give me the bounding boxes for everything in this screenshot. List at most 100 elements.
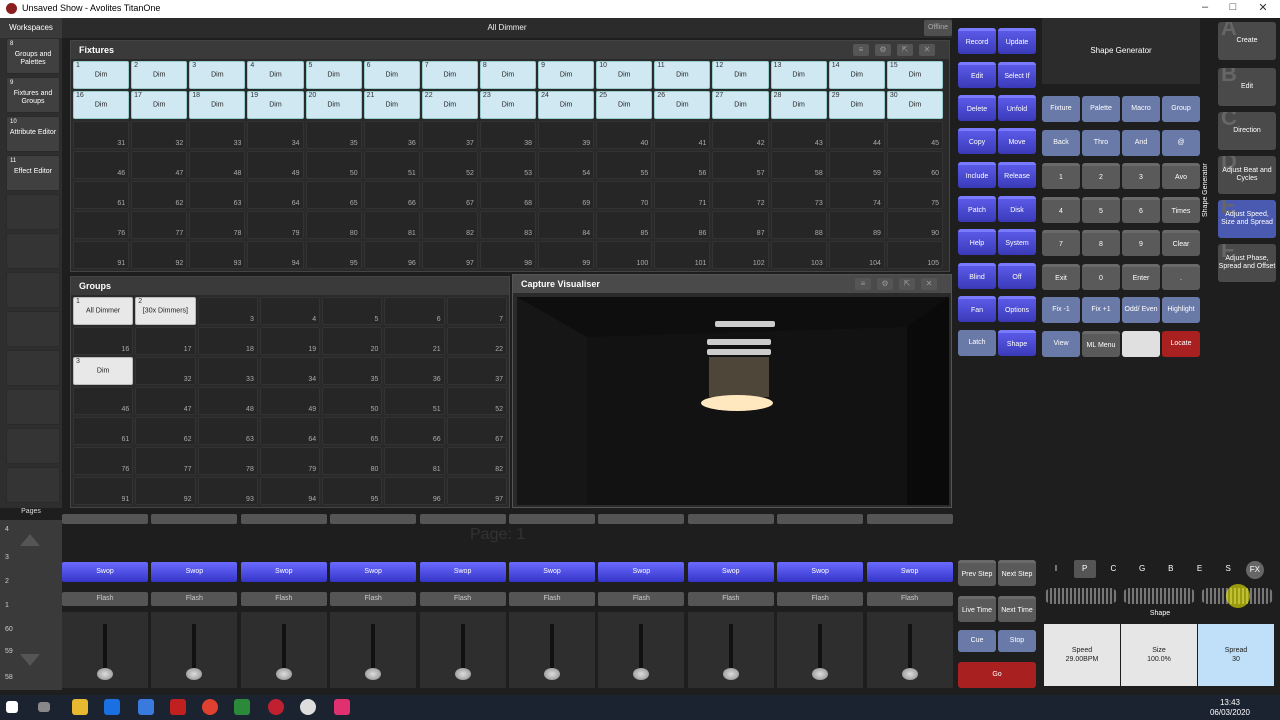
offline-button[interactable]: Offline: [924, 20, 952, 36]
fixture-cell[interactable]: 29 Dim: [828, 91, 885, 119]
group-cell-empty[interactable]: 22: [446, 327, 507, 355]
flash-button[interactable]: Flash: [151, 592, 238, 606]
live-time-key[interactable]: Live Time: [958, 596, 996, 622]
group-cell-empty[interactable]: 76: [73, 447, 134, 475]
group-cell-empty[interactable]: 77: [135, 447, 196, 475]
fixture-cell-empty[interactable]: 92: [131, 241, 188, 269]
minimize-icon[interactable]: –: [1190, 1, 1220, 13]
shape-generator-tab[interactable]: Shape Generator: [1202, 150, 1216, 230]
fader[interactable]: [151, 612, 238, 688]
page-button[interactable]: [598, 514, 685, 524]
fixture-cell-empty[interactable]: 102: [712, 241, 769, 269]
fixture-cell-empty[interactable]: 60: [886, 151, 943, 179]
group-cell-empty[interactable]: 91: [73, 477, 134, 505]
page-button[interactable]: [240, 514, 327, 524]
key--[interactable]: .: [1162, 264, 1200, 290]
key-enter[interactable]: Enter: [1122, 264, 1160, 290]
group-cell-empty[interactable]: 19: [259, 327, 321, 355]
fixture-cell-empty[interactable]: 38: [479, 121, 537, 149]
fixture-cell-empty[interactable]: 45: [886, 121, 943, 149]
fixture-cell-empty[interactable]: 100: [596, 241, 653, 269]
fixture-cell[interactable]: 27 Dim: [712, 91, 769, 119]
fixture-cell-empty[interactable]: 54: [538, 151, 595, 179]
flash-button[interactable]: Flash: [687, 592, 774, 606]
key-3[interactable]: 3: [1122, 163, 1160, 189]
fixture-cell-empty[interactable]: 68: [479, 181, 537, 209]
fixture-cell-empty[interactable]: 59: [828, 151, 885, 179]
workspace-button[interactable]: [6, 272, 60, 308]
fader[interactable]: [62, 612, 148, 688]
key-update[interactable]: Update: [998, 28, 1036, 54]
fixture-cell[interactable]: 11 Dim: [654, 61, 711, 89]
fixture-cell[interactable]: 2 Dim: [131, 61, 188, 89]
task-view-icon[interactable]: [38, 702, 50, 712]
fixture-cell-empty[interactable]: 83: [479, 211, 537, 239]
stop-key[interactable]: Stop: [998, 630, 1036, 652]
swop-button[interactable]: Swop: [598, 562, 685, 582]
key-times[interactable]: Times: [1162, 197, 1200, 223]
key-0[interactable]: 0: [1082, 264, 1120, 290]
fixture-cell-empty[interactable]: 63: [189, 181, 246, 209]
key-locate[interactable]: Locate: [1162, 331, 1200, 357]
key-6[interactable]: 6: [1122, 197, 1160, 223]
fader[interactable]: [419, 612, 506, 688]
fixture-cell[interactable]: 5 Dim: [305, 61, 362, 89]
fixture-cell[interactable]: 13 Dim: [770, 61, 827, 89]
fixture-cell[interactable]: 7 Dim: [421, 61, 478, 89]
key-shape[interactable]: Shape: [998, 330, 1036, 356]
key-options[interactable]: Options: [998, 296, 1036, 322]
fixture-cell-empty[interactable]: 37: [421, 121, 478, 149]
resize-icon[interactable]: ⇱: [899, 278, 915, 290]
fixture-cell[interactable]: 28 Dim: [770, 91, 827, 119]
encoder-wheel-1[interactable]: [1044, 588, 1118, 604]
group-cell-empty[interactable]: 34: [259, 357, 321, 385]
page-button[interactable]: [330, 514, 417, 524]
group-cell-empty[interactable]: 62: [135, 417, 196, 445]
fixture-cell-empty[interactable]: 62: [131, 181, 188, 209]
fixture-cell-empty[interactable]: 32: [131, 121, 188, 149]
workspace-button[interactable]: [6, 467, 60, 503]
fixture-cell-empty[interactable]: 65: [305, 181, 362, 209]
swop-button[interactable]: Swop: [419, 562, 506, 582]
resize-icon[interactable]: ⇱: [897, 44, 913, 56]
chrome-icon[interactable]: [202, 699, 218, 715]
fixture-cell[interactable]: 8 Dim: [479, 61, 537, 89]
param-size[interactable]: Size 100.0%: [1121, 624, 1197, 686]
group-cell-empty[interactable]: 48: [197, 387, 258, 415]
workspace-button[interactable]: 10 Attribute Editor: [6, 116, 60, 152]
page-number[interactable]: 4: [5, 526, 9, 533]
key-4[interactable]: 4: [1042, 197, 1080, 223]
fixture-cell-empty[interactable]: 85: [596, 211, 653, 239]
menu-icon[interactable]: ≡: [853, 44, 869, 56]
group-cell-empty[interactable]: 36: [384, 357, 445, 385]
fixture-cell[interactable]: 12 Dim: [712, 61, 769, 89]
key-disk[interactable]: Disk: [998, 196, 1036, 222]
key-off[interactable]: Off: [998, 263, 1036, 289]
windows-start-icon[interactable]: [6, 701, 18, 713]
cue-key[interactable]: Cue: [958, 630, 996, 652]
app-icon-white[interactable]: [300, 699, 316, 715]
group-cell-empty[interactable]: 6: [384, 297, 445, 325]
workspace-button[interactable]: [6, 233, 60, 269]
fixture-cell-empty[interactable]: 95: [305, 241, 362, 269]
fixture-cell[interactable]: 21 Dim: [363, 91, 420, 119]
flash-button[interactable]: Flash: [598, 592, 685, 606]
fixture-cell-empty[interactable]: 46: [73, 151, 130, 179]
key-view[interactable]: View: [1042, 331, 1080, 357]
group-cell-empty[interactable]: 37: [446, 357, 507, 385]
shape-gen-button[interactable]: A Create: [1218, 22, 1276, 60]
shape-gen-button[interactable]: F Adjust Phase, Spread and Offset: [1218, 244, 1276, 282]
close-icon[interactable]: ✕: [921, 278, 937, 290]
shape-gen-button[interactable]: B Edit: [1218, 68, 1276, 106]
fixture-cell-empty[interactable]: 41: [654, 121, 711, 149]
fixture-cell-empty[interactable]: 96: [363, 241, 420, 269]
group-cell-empty[interactable]: 7: [446, 297, 507, 325]
fixture-cell-empty[interactable]: 34: [247, 121, 304, 149]
fixture-cell-empty[interactable]: 64: [247, 181, 304, 209]
group-cell-empty[interactable]: 51: [384, 387, 445, 415]
filezilla-icon[interactable]: [170, 699, 186, 715]
fixture-cell-empty[interactable]: 58: [770, 151, 827, 179]
key-fan[interactable]: Fan: [958, 296, 996, 322]
fixture-cell[interactable]: 24 Dim: [538, 91, 595, 119]
fixture-cell-empty[interactable]: 56: [654, 151, 711, 179]
